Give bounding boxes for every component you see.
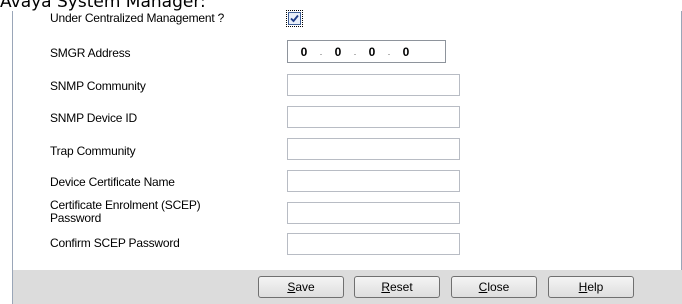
scep-password-label-line2: Password — [50, 211, 102, 225]
smgr-address-input[interactable]: 0 . 0 . 0 . 0 — [287, 40, 446, 63]
help-label-rest: elp — [587, 280, 604, 294]
ip-octet-4: 0 — [402, 44, 410, 59]
save-label-rest: ave — [295, 280, 315, 294]
scep-password-input[interactable] — [287, 202, 460, 224]
ip-separator: . — [387, 46, 391, 57]
trap-community-input[interactable] — [287, 138, 460, 160]
help-button[interactable]: Help — [548, 276, 634, 298]
trap-community-label: Trap Community — [50, 144, 136, 158]
checkmark-icon — [290, 14, 299, 23]
reset-accelerator: R — [381, 280, 390, 294]
save-accelerator: S — [287, 280, 296, 294]
confirm-scep-password-input[interactable] — [287, 233, 460, 255]
save-button[interactable]: Save — [258, 276, 344, 298]
close-label-rest: lose — [487, 280, 510, 294]
scep-password-label: Certificate Enrolment (SCEP) Password — [50, 199, 201, 225]
ip-octet-2: 0 — [334, 44, 342, 59]
snmp-device-id-input[interactable] — [287, 106, 460, 128]
snmp-community-label: SNMP Community — [50, 79, 146, 93]
smgr-address-label: SMGR Address — [50, 46, 131, 60]
reset-button[interactable]: Reset — [354, 276, 440, 298]
help-accelerator: H — [578, 280, 588, 294]
centralized-management-label: Under Centralized Management ? — [50, 11, 225, 25]
ip-octet-1: 0 — [300, 44, 308, 59]
ip-separator: . — [353, 46, 357, 57]
snmp-community-input[interactable] — [287, 74, 460, 96]
ip-separator: . — [319, 46, 323, 57]
device-certificate-name-label: Device Certificate Name — [50, 175, 175, 189]
close-accelerator: C — [478, 280, 488, 294]
ip-octet-3: 0 — [368, 44, 376, 59]
snmp-device-id-label: SNMP Device ID — [50, 111, 138, 125]
reset-label-rest: eset — [389, 280, 413, 294]
centralized-management-checkbox[interactable] — [286, 10, 303, 27]
device-certificate-name-input[interactable] — [287, 170, 460, 192]
close-button[interactable]: Close — [451, 276, 537, 298]
confirm-scep-password-label: Confirm SCEP Password — [50, 236, 180, 250]
